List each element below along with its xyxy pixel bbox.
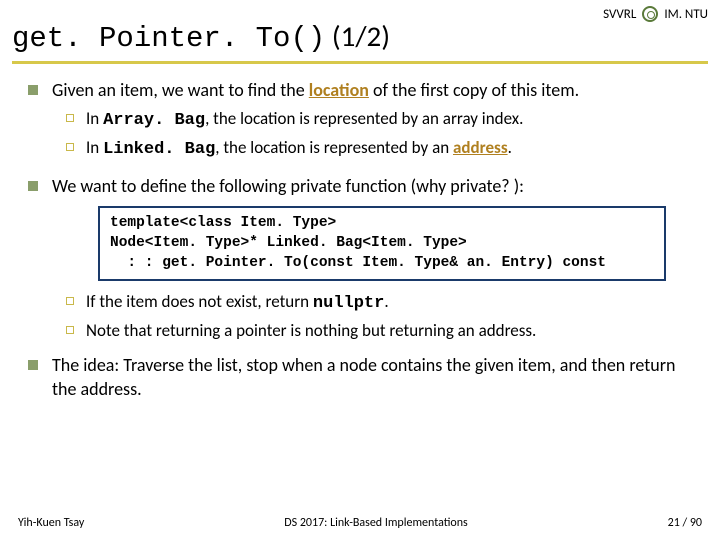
square-bullet-icon	[28, 85, 38, 95]
code-nullptr: nullptr	[313, 294, 384, 313]
text: In	[86, 108, 103, 129]
text: Given an item, we want to find the	[52, 79, 309, 101]
text: In	[86, 137, 103, 158]
title-bar: get. Pointer. To() (1/2)	[12, 18, 708, 64]
title-code: get. Pointer. To()	[12, 22, 325, 55]
bullet-2-text: We want to define the following private …	[52, 174, 524, 198]
hollow-square-icon	[66, 143, 74, 151]
subbullet-1b-text: In Linked. Bag, the location is represen…	[86, 137, 512, 162]
slide-content: Given an item, we want to find the locat…	[28, 72, 702, 408]
subbullet-1a: In Array. Bag, the location is represent…	[66, 108, 702, 133]
text: .	[508, 137, 512, 158]
square-bullet-icon	[28, 181, 38, 191]
footer-course: DS 2017: Link-Based Implementations	[284, 516, 468, 530]
highlight-location: location	[309, 79, 369, 101]
code-box: template<class Item. Type> Node<Item. Ty…	[98, 206, 666, 281]
subbullet-1a-text: In Array. Bag, the location is represent…	[86, 108, 523, 133]
subbullet-2a-text: If the item does not exist, return nullp…	[86, 291, 389, 316]
footer-page: 21 / 90	[668, 516, 702, 530]
subbullet-2b: Note that returning a pointer is nothing…	[66, 320, 702, 343]
footer: Yih-Kuen Tsay DS 2017: Link-Based Implem…	[18, 516, 702, 530]
subbullet-2a: If the item does not exist, return nullp…	[66, 291, 702, 316]
title-underline	[12, 61, 708, 64]
text: If the item does not exist, return	[86, 291, 313, 312]
bullet-3-text: The idea: Traverse the list, stop when a…	[52, 353, 702, 402]
text: , the location is represented by an arra…	[205, 108, 523, 129]
subbullet-2b-text: Note that returning a pointer is nothing…	[86, 320, 536, 343]
bullet-2: We want to define the following private …	[28, 174, 702, 198]
text: of the first copy of this item.	[369, 79, 579, 101]
bullet-1-text: Given an item, we want to find the locat…	[52, 78, 579, 102]
hollow-square-icon	[66, 114, 74, 122]
bullet-3: The idea: Traverse the list, stop when a…	[28, 353, 702, 402]
footer-author: Yih-Kuen Tsay	[18, 516, 84, 530]
bullet-1: Given an item, we want to find the locat…	[28, 78, 702, 102]
class-arraybag: Array. Bag	[103, 111, 205, 130]
title-page: (1/2)	[332, 18, 390, 54]
text: , the location is represented by an	[215, 137, 453, 158]
highlight-address: address	[453, 137, 508, 158]
hollow-square-icon	[66, 326, 74, 334]
slide-title: get. Pointer. To() (1/2)	[12, 18, 708, 55]
class-linkedbag: Linked. Bag	[103, 140, 215, 159]
hollow-square-icon	[66, 297, 74, 305]
subbullet-1b: In Linked. Bag, the location is represen…	[66, 137, 702, 162]
square-bullet-icon	[28, 360, 38, 370]
text: .	[384, 291, 388, 312]
